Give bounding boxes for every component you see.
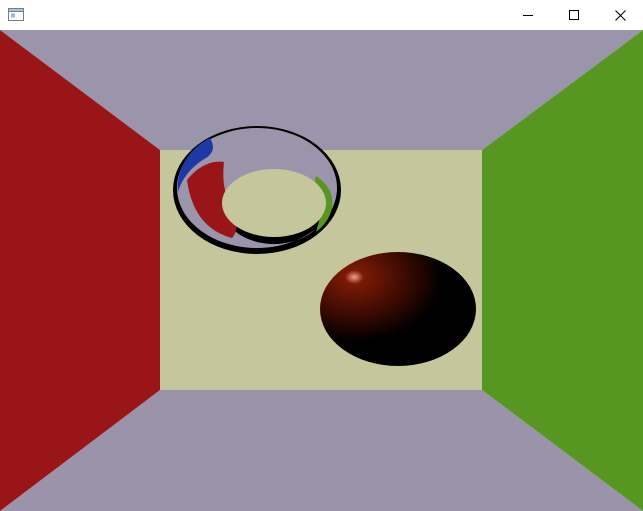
close-button[interactable] (597, 0, 643, 30)
close-icon (614, 9, 626, 21)
title-bar[interactable] (0, 0, 643, 30)
raytraced-scene (0, 30, 643, 511)
render-viewport[interactable] (0, 30, 643, 511)
reflective-sphere (320, 252, 476, 366)
window-app-icon (8, 8, 24, 21)
maximize-button[interactable] (551, 0, 597, 30)
maximize-icon (569, 10, 579, 20)
minimize-button[interactable] (505, 0, 551, 30)
torus-hole (222, 169, 326, 237)
sphere-body (320, 252, 476, 366)
minimize-icon (523, 15, 533, 16)
glass-torus (173, 126, 341, 254)
app-window (0, 0, 643, 511)
